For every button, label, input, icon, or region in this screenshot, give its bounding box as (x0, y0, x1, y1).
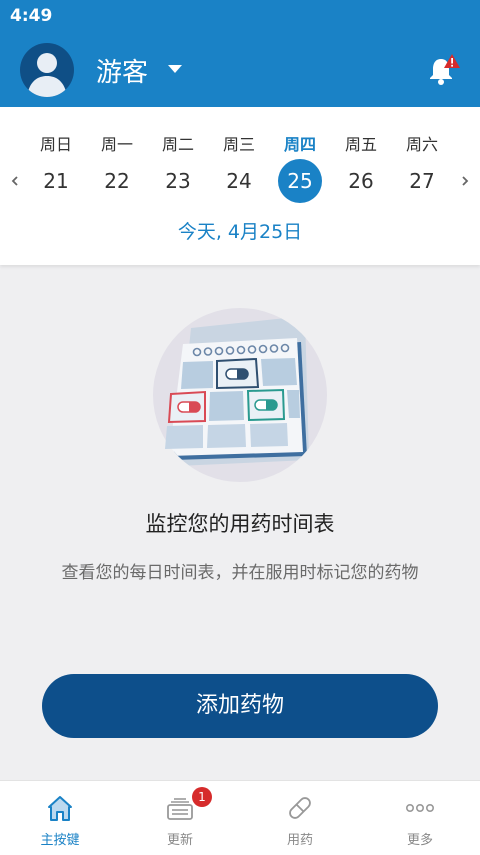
empty-state-title: 监控您的用药时间表 (145, 512, 335, 536)
today-label[interactable]: 今天, 4月25日 (0, 217, 480, 244)
tab-updates[interactable]: 1 更新 (120, 781, 240, 855)
tab-medication[interactable]: 用药 (240, 781, 360, 855)
updates-badge: 1 (192, 787, 212, 807)
weekday-fri: 周五 (344, 135, 377, 154)
more-icon (405, 804, 434, 813)
day-26[interactable]: 26 (339, 159, 383, 203)
weekday-sun: 周日 (39, 135, 72, 154)
day-22[interactable]: 22 (95, 159, 139, 203)
app-header: 游客 (0, 32, 480, 107)
week-calendar: 周日 周一 周二 周三 周四 周五 周六 21 22 23 24 25 26 2… (0, 107, 480, 265)
updates-icon (167, 798, 193, 820)
tab-medication-label: 用药 (286, 833, 313, 848)
user-avatar-icon[interactable] (20, 43, 74, 97)
status-time: 4:49 (10, 6, 53, 26)
tab-more-label: 更多 (406, 833, 433, 848)
day-27[interactable]: 27 (400, 159, 444, 203)
chevron-down-icon[interactable] (166, 62, 184, 76)
calendar-pills-icon (153, 308, 327, 482)
weekday-mon: 周一 (100, 135, 133, 154)
tab-more[interactable]: 更多 (360, 781, 480, 855)
tab-home-label: 主按键 (40, 833, 80, 848)
pill-icon (289, 797, 311, 819)
empty-state-description: 查看您的每日时间表，并在服用时标记您的药物 (61, 563, 419, 583)
chevron-left-icon[interactable] (8, 171, 22, 191)
home-icon (48, 796, 72, 821)
day-25-selected[interactable]: 25 (278, 159, 322, 203)
tab-home[interactable]: 主按键 (0, 781, 120, 855)
day-21[interactable]: 21 (34, 159, 78, 203)
chevron-right-icon[interactable] (458, 171, 472, 191)
weekday-sat: 周六 (405, 135, 438, 154)
username-label[interactable]: 游客 (96, 52, 148, 89)
weekday-tue: 周二 (161, 135, 194, 154)
tab-updates-label: 更新 (166, 833, 193, 848)
status-bar: 4:49 (0, 0, 480, 32)
bottom-tab-bar: 主按键 1 更新 用药 更多 (0, 780, 480, 855)
add-medication-button[interactable]: 添加药物 (42, 674, 438, 738)
day-23[interactable]: 23 (156, 159, 200, 203)
weekday-thu: 周四 (283, 135, 316, 154)
bell-alert-icon[interactable] (426, 52, 460, 86)
day-24[interactable]: 24 (217, 159, 261, 203)
weekday-wed: 周三 (222, 135, 255, 154)
